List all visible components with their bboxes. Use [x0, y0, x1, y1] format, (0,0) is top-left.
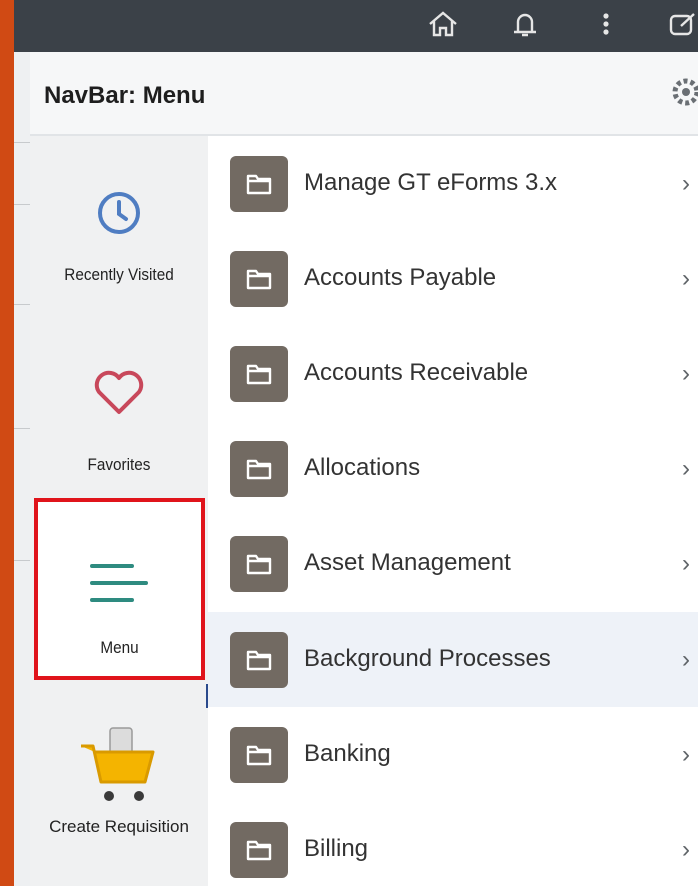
sidebar-item-label: Recently Visited [64, 265, 174, 284]
hamburger-icon [90, 564, 148, 602]
chevron-right-icon: › [682, 741, 690, 768]
bell-icon[interactable] [508, 8, 542, 45]
sidebar-item-create-requisition[interactable]: Create Requisition [30, 724, 208, 837]
menu-folder-list: Manage GT eForms 3.x › Accounts Payable … [208, 136, 698, 886]
menu-item-billing[interactable]: Billing › [208, 802, 698, 886]
sidebar-item-favorites[interactable]: Favorites [30, 368, 208, 475]
menu-item-label: Manage GT eForms 3.x [304, 169, 557, 196]
chevron-right-icon: › [682, 360, 690, 387]
navbar-header: NavBar: Menu [30, 52, 698, 136]
navbar-title: NavBar: Menu [44, 82, 206, 109]
menu-item-background-processes[interactable]: Background Processes › [208, 612, 698, 707]
menu-item-accounts-payable[interactable]: Accounts Payable › [208, 231, 698, 326]
app-window: NavBar: Menu Recently Visited Favorites … [14, 0, 698, 886]
folder-icon [230, 727, 288, 783]
chevron-right-icon: › [682, 170, 690, 197]
sidebar-item-menu[interactable]: Menu [34, 498, 205, 680]
menu-item-label: Billing [304, 835, 369, 862]
folder-icon [230, 632, 288, 688]
menu-item-manage-gt-eforms[interactable]: Manage GT eForms 3.x › [208, 136, 698, 231]
folder-icon [230, 441, 288, 497]
chevron-right-icon: › [682, 646, 690, 673]
folder-icon [230, 346, 288, 402]
chevron-right-icon: › [682, 836, 690, 863]
folder-icon [230, 822, 288, 878]
menu-item-accounts-receivable[interactable]: Accounts Receivable › [208, 326, 698, 421]
folder-icon [230, 251, 288, 307]
background-page-edge [14, 52, 31, 886]
sidebar-item-label: Create Requisition [49, 817, 189, 836]
menu-item-label: Asset Management [304, 549, 511, 576]
sidebar-item-recently-visited[interactable]: Recently Visited [30, 188, 208, 285]
chevron-right-icon: › [682, 265, 690, 292]
chevron-right-icon: › [682, 455, 690, 482]
folder-icon [230, 536, 288, 592]
menu-item-label: Banking [304, 740, 391, 767]
home-icon[interactable] [426, 8, 460, 45]
menu-item-allocations[interactable]: Allocations › [208, 421, 698, 516]
menu-item-label: Accounts Receivable [304, 359, 529, 386]
menu-item-label: Accounts Payable [304, 264, 497, 291]
menu-item-label: Background Processes [304, 645, 551, 672]
chevron-right-icon: › [682, 550, 690, 577]
menu-item-asset-management[interactable]: Asset Management › [208, 516, 698, 611]
heart-icon [94, 370, 144, 414]
menu-item-label: Allocations [304, 454, 421, 481]
sidebar-item-label: Menu [100, 638, 139, 657]
external-link-icon[interactable] [666, 8, 698, 45]
shopping-cart-icon [81, 727, 155, 801]
menu-item-banking[interactable]: Banking › [208, 707, 698, 802]
gear-icon[interactable] [668, 74, 698, 115]
top-header-bar [14, 0, 698, 52]
sidebar-item-label: Favorites [87, 455, 151, 474]
folder-icon [230, 156, 288, 212]
more-vertical-icon[interactable] [596, 8, 616, 45]
clock-icon [98, 192, 140, 234]
